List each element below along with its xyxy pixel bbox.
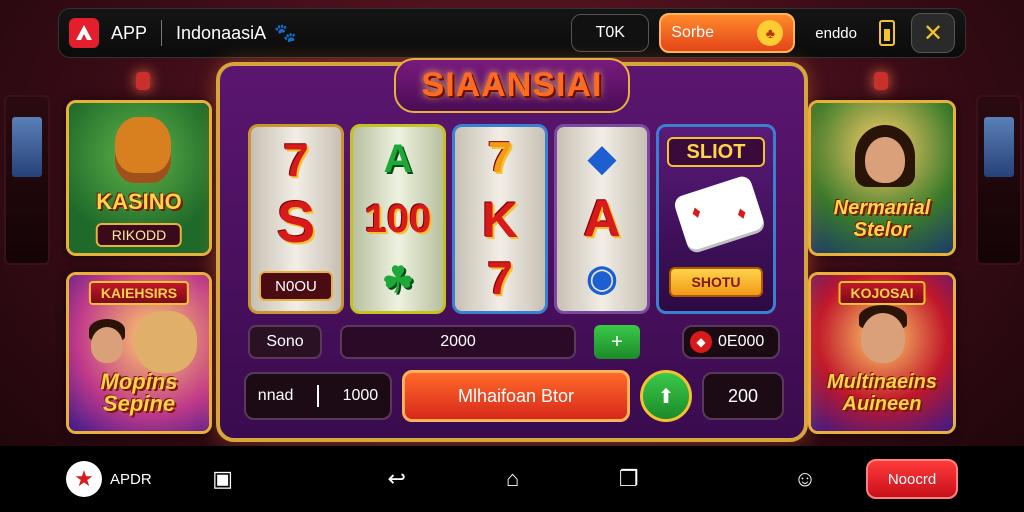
sorbe-button[interactable]: Sorbe ♣ — [659, 13, 796, 53]
bottom-bar: ★ APDR ▣ ↩ ⌂ ❐ ☺ Noocrd — [0, 446, 1024, 512]
support-icon[interactable]: ☺ — [790, 464, 820, 494]
shotu-button[interactable]: SHOTU — [669, 267, 763, 297]
add-credit-button[interactable]: + — [594, 325, 640, 359]
reel-symbol: A — [583, 190, 621, 248]
total-display: 200 — [702, 372, 784, 420]
game-card-multinaeins[interactable]: KOJOSAI Multinaeins Auineen — [808, 272, 956, 434]
chip-icon: ◆ — [690, 331, 712, 353]
card-title: Nermanial Stelor — [833, 197, 931, 241]
bottom-app-label: APDR — [110, 470, 152, 488]
bet-value: 1000 — [342, 387, 379, 404]
win-value: 0E000 — [718, 333, 765, 350]
background-slot-machine — [976, 95, 1022, 265]
lion-icon — [135, 311, 197, 373]
controls-row-spin: nnad 1000 Mlhaifoan Btor ⬆ 200 — [244, 370, 784, 422]
controls-row-credits: Sono 2000 + ◆ 0E000 — [248, 324, 780, 360]
reel-symbol: 7 — [487, 133, 513, 182]
game-card-mopins[interactable]: KAIEHSIRS Mopins Sepine — [66, 272, 212, 434]
card-title: Mopins Sepine — [100, 369, 178, 416]
reel-symbol: S — [276, 190, 316, 255]
close-button[interactable]: ✕ — [911, 13, 955, 53]
card-banner: KOJOSAI — [838, 281, 926, 305]
spin-button[interactable]: Mlhaifoan Btor — [402, 370, 630, 422]
bonus-button[interactable]: Sono — [248, 325, 322, 359]
game-card-kasino[interactable]: KASINO RIKODD — [66, 100, 212, 256]
tiger-icon — [115, 117, 171, 183]
reel-symbol: ◆ — [588, 137, 616, 178]
reels: 7 S N0OU A 100 ☘ 7 K 7 ◆ A ◉ SLIOT SHOTU — [248, 124, 780, 314]
dice-icon — [672, 174, 766, 252]
paw-icon: 🐾 — [274, 22, 297, 43]
credit-display: 2000 — [340, 325, 576, 359]
reel-symbol: 100 — [364, 197, 432, 241]
app-label: APP — [111, 22, 148, 43]
home-icon[interactable]: ⌂ — [498, 464, 528, 494]
card-banner: KAIEHSIRS — [88, 281, 190, 305]
record-button[interactable]: Noocrd — [866, 459, 958, 499]
star-logo-icon[interactable]: ★ — [66, 461, 102, 497]
background-slot-machine — [4, 95, 50, 265]
divider — [316, 385, 319, 407]
region-label[interactable]: IndonaasiA — [176, 23, 266, 44]
person-icon — [865, 137, 905, 183]
lamp-icon — [874, 72, 888, 90]
status-text: enddo — [815, 24, 857, 42]
recents-icon[interactable]: ❐ — [614, 464, 644, 494]
lamp-icon — [136, 72, 150, 90]
card-title: Multinaeins Auineen — [826, 371, 937, 415]
bet-label: nnad — [257, 387, 294, 404]
top-bar: APP IndonaasiA 🐾 T0K Sorbe ♣ enddo ✕ — [58, 8, 966, 58]
card-title: KASINO — [96, 189, 182, 214]
auto-spin-button[interactable]: ⬆ — [640, 370, 692, 422]
slot-panel-title: SLIOT — [667, 137, 765, 167]
person-icon — [91, 327, 123, 363]
slot-panel: SLIOT SHOTU — [656, 124, 776, 314]
reel-symbol: 7 — [283, 134, 309, 186]
reel-label: N0OU — [259, 271, 333, 301]
reel-3[interactable]: 7 K 7 — [452, 124, 548, 314]
game-card-nermanial[interactable]: Nermanial Stelor — [808, 100, 956, 256]
app-logo-icon[interactable] — [69, 18, 99, 48]
win-display: ◆ 0E000 — [682, 325, 780, 359]
reel-2[interactable]: A 100 ☘ — [350, 124, 446, 314]
reel-1[interactable]: 7 S N0OU — [248, 124, 344, 314]
slot-machine: SIAANSIAI 7 S N0OU A 100 ☘ 7 K 7 ◆ A ◉ S… — [216, 58, 808, 442]
sorbe-button-label: Sorbe — [671, 24, 714, 41]
back-icon[interactable]: ↩ — [382, 464, 412, 494]
card-tag: RIKODD — [95, 223, 183, 247]
screenshot-icon[interactable]: ▣ — [208, 464, 238, 494]
battery-icon — [879, 20, 895, 46]
reel-4[interactable]: ◆ A ◉ — [554, 124, 650, 314]
reel-symbol: A — [383, 137, 413, 181]
reel-symbol: ◉ — [586, 257, 618, 298]
person-icon — [861, 313, 905, 363]
reel-symbol: 7 — [487, 252, 513, 304]
clover-icon: ☘ — [381, 259, 415, 300]
reel-symbol: K — [481, 192, 519, 248]
token-button[interactable]: T0K — [571, 14, 650, 52]
machine-title: SIAANSIAI — [393, 58, 631, 113]
bet-box[interactable]: nnad 1000 — [244, 372, 392, 420]
coin-icon: ♣ — [757, 20, 784, 46]
divider — [161, 20, 163, 46]
